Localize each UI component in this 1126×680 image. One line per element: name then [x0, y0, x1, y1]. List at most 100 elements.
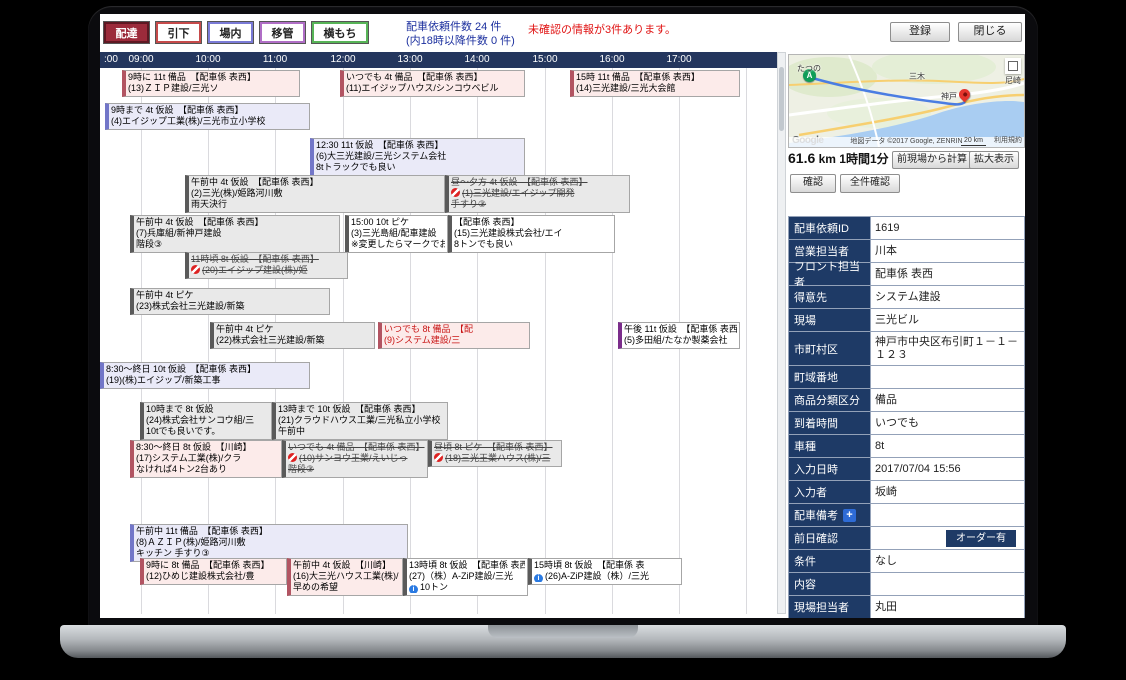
schedule-block[interactable]: 13時まで 10t 仮設 【配車係 表西】(21)クラウドハウス工業/三光私立小… [272, 402, 448, 440]
form-row: 条件なし [789, 550, 1025, 573]
schedule-block-line: (13)ＺＩＰ建設/三光ソ [128, 83, 297, 94]
schedule-block[interactable]: 10時まで 8t 仮設(24)株式会社サンコウ組/三10tでも良いです。 [140, 402, 272, 440]
category-button-delivery[interactable]: 配達 [104, 22, 149, 43]
cancelled-icon [288, 453, 297, 462]
category-button-hikisage[interactable]: 引下 [156, 22, 201, 43]
confirm-all-button[interactable]: 全件確認 [840, 174, 900, 193]
schedule-block[interactable]: 15:00 10t ピケ(3)三光島組/配車建設※変更したらマークでお知らせ※ [345, 215, 448, 253]
schedule-block-line: 雨天決行 [191, 199, 442, 210]
schedule-block-line: 昼～夕方 4t 仮設 【配車係 表西】 [451, 177, 627, 188]
map-fullscreen-button[interactable] [1005, 58, 1021, 74]
close-button[interactable]: 閉じる [958, 22, 1022, 42]
schedule-block[interactable]: 9時に 8t 備品 【配車係 表西】(12)ひめじ建設株式会社/豊 [140, 558, 287, 585]
time-label: 16:00 [599, 54, 624, 65]
form-label: 配車依頼ID [789, 217, 871, 240]
category-button-ikan[interactable]: 移管 [260, 22, 305, 43]
schedule-block[interactable]: 8:30～終日 10t 仮設 【配車係 表西】(19)(株)エイジップ/新築工事 [100, 362, 310, 389]
cancelled-icon [434, 453, 443, 462]
schedule-block-line: 階段③ [288, 464, 425, 475]
schedule-block[interactable]: いつでも 4t 備品 【配車係 表西】(10)サンヨウ王業/えいじっ階段③ [282, 440, 428, 478]
time-label-first: :00 [104, 54, 118, 65]
schedule-block-line: 【配車係 表西】 [454, 217, 612, 228]
form-value: システム建設 [871, 286, 1025, 309]
scrollbar-thumb[interactable] [779, 67, 784, 131]
time-label: 12:00 [330, 54, 355, 65]
schedule-block[interactable]: 8:30～終日 8t 仮設 【川崎】(17)システム工業(株)/クラなければ4ト… [130, 440, 282, 478]
form-label: 現場担当者 [789, 596, 871, 618]
map-attribution: 地図データ ©2017 Google, ZENRIN [789, 137, 1024, 147]
schedule-block[interactable]: 【配車係 表西】(15)三光建設株式会社/エイ8トンでも良い [448, 215, 615, 253]
schedule-block-line: (7)兵庫組/新神戸建設 [136, 228, 337, 239]
schedule-block-line: 午前中 4t 仮設 【配車係 表西】 [191, 177, 442, 188]
schedule-block[interactable]: 午前中 4t ピケ(23)株式会社三光建設/新築 [130, 288, 330, 315]
schedule-block[interactable]: いつでも 4t 備品 【配車係 表西】(11)エイジップハウス/シンコウベビル [340, 70, 525, 97]
schedule-block-line: 9時に 11t 備品 【配車係 表西】 [128, 72, 297, 83]
cancelled-icon [191, 265, 200, 274]
category-button-yokomochi[interactable]: 横もち [312, 22, 368, 43]
dispatch-detail-form: 配車依頼ID1619営業担当者川本フロント担当者配車係 表西得意先システム建設現… [788, 216, 1025, 618]
schedule-block[interactable]: 午前中 4t 仮設 【配車係 表西】(2)三光(株)/姫路河川敷雨天決行 [185, 175, 445, 213]
form-label: 到着時間 [789, 412, 871, 435]
schedule-block[interactable]: 13時頃 8t 仮設 【配車係 表西】(27)（株）A-ZiP建設/三光i10ト… [403, 558, 528, 596]
schedule-block[interactable]: 午前中 11t 備品 【配車係 表西】(8)ＡＺＩＰ(株)/姫路河川敷キッチン … [130, 524, 408, 562]
schedule-block-line: (20)エイジップ建設(株)/姫 [191, 265, 345, 276]
form-value: オーダー有 [871, 527, 1025, 550]
schedule-block-line: i10トン [409, 582, 525, 593]
schedule-block[interactable]: 15時 11t 備品 【配車係 表西】(14)三光建設/三光大会館 [570, 70, 740, 97]
schedule-block[interactable]: 11時頃 8t 仮設 【配車係 表西】(20)エイジップ建設(株)/姫 [185, 252, 348, 279]
map-terrain [789, 55, 1024, 147]
add-remark-button[interactable]: + [843, 509, 856, 522]
schedule-block[interactable]: 15時頃 8t 仮設 【配車係 表i(26)A-ZiP建設（株）/三光 [528, 558, 682, 585]
form-value: 1619 [871, 217, 1025, 240]
map-place-label: 神戸 [941, 91, 957, 102]
confirm-button[interactable]: 確認 [790, 174, 836, 193]
schedule-block[interactable]: 午前中 4t 仮設 【配車係 表西】(7)兵庫組/新神戸建設階段③ [130, 215, 340, 253]
schedule-block-line: 午前中 4t ピケ [216, 324, 372, 335]
schedule-block-line: (18)三光王業ハウス(株)/三 [434, 453, 559, 464]
order-exists-badge[interactable]: オーダー有 [946, 530, 1016, 547]
form-label: 内容 [789, 573, 871, 596]
schedule-block[interactable]: 昼～夕方 4t 仮設 【配車係 表西】(1)三光建設/エイジップ開発手すり③ [445, 175, 630, 213]
schedule-block-line: (21)クラウドハウス工業/三光私立小学校 [278, 415, 445, 426]
schedule-block[interactable]: 午前中 4t 仮設 【川崎】(16)大三光ハウス工業(株)/早めの希望 [287, 558, 403, 596]
form-value: 三光ビル [871, 309, 1025, 332]
form-row: 現場担当者丸田 [789, 596, 1025, 618]
schedule-block-line: (1)三光建設/エイジップ開発 [451, 188, 627, 199]
time-label: 09:00 [128, 54, 153, 65]
schedule-block[interactable]: いつでも 8t 備品 【配(9)システム建設/三 [378, 322, 530, 349]
schedule-block-line: なければ4トン2台あり [136, 464, 279, 475]
map-terms-link[interactable]: 利用規約 [994, 136, 1022, 146]
schedule-block[interactable]: 午後 11t 仮設 【配車係 表西】(5)多田組/たなか製薬会社 [618, 322, 740, 349]
register-button[interactable]: 登録 [890, 22, 950, 42]
category-buttons: 配達引下場内移管横もち [104, 22, 368, 43]
schedule-block-line: 階段③ [136, 239, 337, 250]
form-row: 到着時間いつでも [789, 412, 1025, 435]
dispatch-request-counts: 配車依頼件数 24 件 (内18時以降件数 0 件) [406, 20, 515, 48]
schedule-block-line: 午前中 4t 仮設 【川崎】 [293, 560, 400, 571]
schedule-block-line: 昼頃 8t ピケ 【配車係 表西】 [434, 442, 559, 453]
schedule-block[interactable]: 12:30 11t 仮設 【配車係 表西】(6)大三光建設/三光システム会社8t… [310, 138, 525, 176]
schedule-block-line: (27)（株）A-ZiP建設/三光 [409, 571, 525, 582]
form-label: 入力者 [789, 481, 871, 504]
info-icon: i [534, 574, 543, 582]
schedule-block[interactable]: 9時まで 4t 仮設 【配車係 表西】(4)エイジップ工業(株)/三光市立小学校 [105, 103, 310, 130]
schedule-block-line: 15時頃 8t 仮設 【配車係 表 [534, 560, 679, 571]
form-value [871, 504, 1025, 527]
route-map[interactable]: A Google 地図データ ©2017 Google, ZENRIN 20 k… [788, 54, 1025, 148]
timeline-scrollbar[interactable] [777, 52, 786, 614]
schedule-block[interactable]: 9時に 11t 備品 【配車係 表西】(13)ＺＩＰ建設/三光ソ [122, 70, 300, 97]
duration-value: 1時間1分 [839, 152, 888, 166]
form-label: 現場 [789, 309, 871, 332]
schedule-block-line: 8:30～終日 10t 仮設 【配車係 表西】 [106, 364, 307, 375]
schedule-block[interactable]: 午前中 4t ピケ(22)株式会社三光建設/新築 [210, 322, 375, 349]
laptop-notch [488, 625, 638, 638]
schedule-block[interactable]: 昼頃 8t ピケ 【配車係 表西】(18)三光王業ハウス(株)/三 [428, 440, 562, 467]
schedule-block-line: 午前中 11t 備品 【配車係 表西】 [136, 526, 405, 537]
calc-from-previous-site-button[interactable]: 前現場から計算 [892, 151, 972, 169]
schedule-block-line: 12:30 11t 仮設 【配車係 表西】 [316, 140, 522, 151]
category-button-jonai[interactable]: 場内 [208, 22, 253, 43]
enlarge-map-button[interactable]: 拡大表示 [969, 151, 1019, 169]
app-screen: 配達引下場内移管横もち 配車依頼件数 24 件 (内18時以降件数 0 件) 未… [100, 14, 1025, 618]
schedule-block-line: 8トンでも良い [454, 239, 612, 250]
hour-gridline [746, 68, 747, 614]
